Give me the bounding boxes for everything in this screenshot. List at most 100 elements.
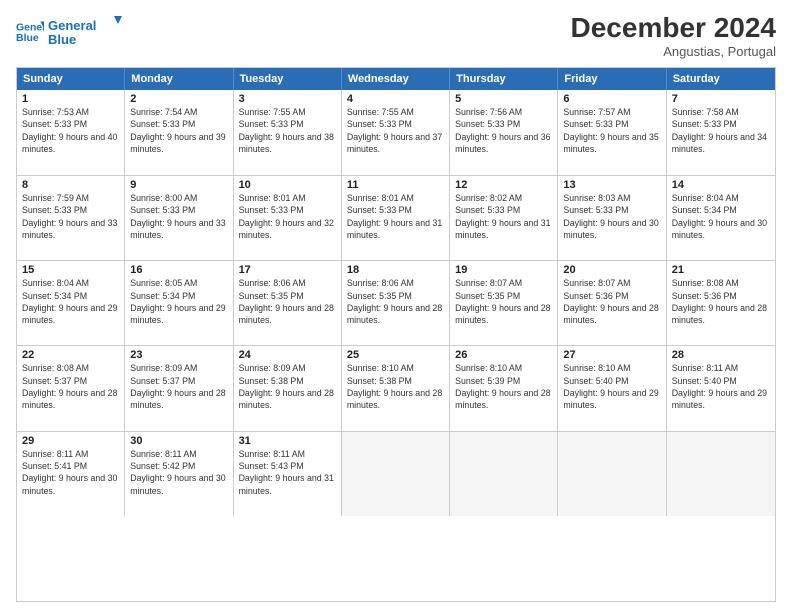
calendar-cell: 26 Sunrise: 8:10 AMSunset: 5:39 PMDaylig… <box>450 346 558 430</box>
calendar-row-3: 15 Sunrise: 8:04 AMSunset: 5:34 PMDaylig… <box>17 260 775 345</box>
day-number: 2 <box>130 93 227 105</box>
location: Angustias, Portugal <box>571 44 776 59</box>
title-area: December 2024 Angustias, Portugal <box>571 14 776 59</box>
day-number: 13 <box>563 179 660 191</box>
day-number: 3 <box>239 93 336 105</box>
calendar-cell <box>667 432 775 516</box>
calendar-cell: 1 Sunrise: 7:53 AMSunset: 5:33 PMDayligh… <box>17 90 125 175</box>
day-info: Sunrise: 8:00 AMSunset: 5:33 PMDaylight:… <box>130 192 227 241</box>
day-info: Sunrise: 8:10 AMSunset: 5:40 PMDaylight:… <box>563 362 660 411</box>
calendar-cell: 14 Sunrise: 8:04 AMSunset: 5:34 PMDaylig… <box>667 176 775 260</box>
calendar-cell: 12 Sunrise: 8:02 AMSunset: 5:33 PMDaylig… <box>450 176 558 260</box>
calendar-cell: 27 Sunrise: 8:10 AMSunset: 5:40 PMDaylig… <box>558 346 666 430</box>
calendar-row-5: 29 Sunrise: 8:11 AMSunset: 5:41 PMDaylig… <box>17 431 775 516</box>
day-number: 14 <box>672 179 770 191</box>
calendar-cell: 5 Sunrise: 7:56 AMSunset: 5:33 PMDayligh… <box>450 90 558 175</box>
day-number: 17 <box>239 264 336 276</box>
day-info: Sunrise: 7:57 AMSunset: 5:33 PMDaylight:… <box>563 106 660 155</box>
calendar-cell: 25 Sunrise: 8:10 AMSunset: 5:38 PMDaylig… <box>342 346 450 430</box>
weekday-header: Monday <box>125 68 233 90</box>
calendar-row-2: 8 Sunrise: 7:59 AMSunset: 5:33 PMDayligh… <box>17 175 775 260</box>
day-number: 15 <box>22 264 119 276</box>
calendar-cell: 3 Sunrise: 7:55 AMSunset: 5:33 PMDayligh… <box>234 90 342 175</box>
weekday-header: Tuesday <box>234 68 342 90</box>
calendar-cell <box>450 432 558 516</box>
logo: General Blue General Blue <box>16 14 128 50</box>
day-number: 24 <box>239 349 336 361</box>
day-info: Sunrise: 8:08 AMSunset: 5:37 PMDaylight:… <box>22 362 119 411</box>
logo-icon: General Blue <box>16 18 44 46</box>
svg-text:General: General <box>48 18 96 33</box>
calendar-cell <box>342 432 450 516</box>
day-info: Sunrise: 8:08 AMSunset: 5:36 PMDaylight:… <box>672 277 770 326</box>
day-number: 21 <box>672 264 770 276</box>
logo-svg: General Blue <box>48 14 128 50</box>
day-info: Sunrise: 7:56 AMSunset: 5:33 PMDaylight:… <box>455 106 552 155</box>
calendar-cell: 6 Sunrise: 7:57 AMSunset: 5:33 PMDayligh… <box>558 90 666 175</box>
calendar-cell: 30 Sunrise: 8:11 AMSunset: 5:42 PMDaylig… <box>125 432 233 516</box>
day-info: Sunrise: 8:11 AMSunset: 5:42 PMDaylight:… <box>130 448 227 497</box>
day-number: 6 <box>563 93 660 105</box>
day-info: Sunrise: 8:04 AMSunset: 5:34 PMDaylight:… <box>672 192 770 241</box>
calendar-header: SundayMondayTuesdayWednesdayThursdayFrid… <box>17 68 775 90</box>
day-number: 19 <box>455 264 552 276</box>
weekday-header: Sunday <box>17 68 125 90</box>
calendar-cell: 20 Sunrise: 8:07 AMSunset: 5:36 PMDaylig… <box>558 261 666 345</box>
calendar-cell: 19 Sunrise: 8:07 AMSunset: 5:35 PMDaylig… <box>450 261 558 345</box>
day-number: 30 <box>130 435 227 447</box>
calendar-cell: 21 Sunrise: 8:08 AMSunset: 5:36 PMDaylig… <box>667 261 775 345</box>
day-info: Sunrise: 8:06 AMSunset: 5:35 PMDaylight:… <box>347 277 444 326</box>
day-number: 20 <box>563 264 660 276</box>
calendar-row-1: 1 Sunrise: 7:53 AMSunset: 5:33 PMDayligh… <box>17 90 775 175</box>
day-info: Sunrise: 8:05 AMSunset: 5:34 PMDaylight:… <box>130 277 227 326</box>
day-number: 5 <box>455 93 552 105</box>
day-number: 9 <box>130 179 227 191</box>
day-number: 18 <box>347 264 444 276</box>
day-info: Sunrise: 7:55 AMSunset: 5:33 PMDaylight:… <box>239 106 336 155</box>
day-number: 23 <box>130 349 227 361</box>
calendar-cell: 29 Sunrise: 8:11 AMSunset: 5:41 PMDaylig… <box>17 432 125 516</box>
day-info: Sunrise: 7:59 AMSunset: 5:33 PMDaylight:… <box>22 192 119 241</box>
calendar-cell: 17 Sunrise: 8:06 AMSunset: 5:35 PMDaylig… <box>234 261 342 345</box>
calendar-cell: 9 Sunrise: 8:00 AMSunset: 5:33 PMDayligh… <box>125 176 233 260</box>
day-info: Sunrise: 8:11 AMSunset: 5:41 PMDaylight:… <box>22 448 119 497</box>
calendar-cell: 24 Sunrise: 8:09 AMSunset: 5:38 PMDaylig… <box>234 346 342 430</box>
calendar: SundayMondayTuesdayWednesdayThursdayFrid… <box>16 67 776 602</box>
day-info: Sunrise: 8:01 AMSunset: 5:33 PMDaylight:… <box>239 192 336 241</box>
weekday-header: Thursday <box>450 68 558 90</box>
day-number: 8 <box>22 179 119 191</box>
day-info: Sunrise: 8:07 AMSunset: 5:36 PMDaylight:… <box>563 277 660 326</box>
day-number: 7 <box>672 93 770 105</box>
day-number: 22 <box>22 349 119 361</box>
day-info: Sunrise: 8:04 AMSunset: 5:34 PMDaylight:… <box>22 277 119 326</box>
svg-text:Blue: Blue <box>48 32 76 47</box>
day-info: Sunrise: 8:07 AMSunset: 5:35 PMDaylight:… <box>455 277 552 326</box>
day-info: Sunrise: 8:02 AMSunset: 5:33 PMDaylight:… <box>455 192 552 241</box>
month-title: December 2024 <box>571 14 776 42</box>
weekday-header: Saturday <box>667 68 775 90</box>
day-info: Sunrise: 7:54 AMSunset: 5:33 PMDaylight:… <box>130 106 227 155</box>
day-info: Sunrise: 8:09 AMSunset: 5:37 PMDaylight:… <box>130 362 227 411</box>
day-number: 27 <box>563 349 660 361</box>
day-number: 29 <box>22 435 119 447</box>
day-number: 28 <box>672 349 770 361</box>
day-number: 4 <box>347 93 444 105</box>
calendar-cell: 16 Sunrise: 8:05 AMSunset: 5:34 PMDaylig… <box>125 261 233 345</box>
calendar-cell: 31 Sunrise: 8:11 AMSunset: 5:43 PMDaylig… <box>234 432 342 516</box>
day-info: Sunrise: 8:10 AMSunset: 5:38 PMDaylight:… <box>347 362 444 411</box>
calendar-cell: 18 Sunrise: 8:06 AMSunset: 5:35 PMDaylig… <box>342 261 450 345</box>
calendar-cell: 2 Sunrise: 7:54 AMSunset: 5:33 PMDayligh… <box>125 90 233 175</box>
weekday-header: Wednesday <box>342 68 450 90</box>
calendar-cell: 23 Sunrise: 8:09 AMSunset: 5:37 PMDaylig… <box>125 346 233 430</box>
calendar-cell: 22 Sunrise: 8:08 AMSunset: 5:37 PMDaylig… <box>17 346 125 430</box>
day-number: 16 <box>130 264 227 276</box>
calendar-cell: 10 Sunrise: 8:01 AMSunset: 5:33 PMDaylig… <box>234 176 342 260</box>
main-container: General Blue General Blue December 2024 … <box>0 0 792 612</box>
day-number: 26 <box>455 349 552 361</box>
calendar-cell: 11 Sunrise: 8:01 AMSunset: 5:33 PMDaylig… <box>342 176 450 260</box>
day-info: Sunrise: 8:06 AMSunset: 5:35 PMDaylight:… <box>239 277 336 326</box>
weekday-header: Friday <box>558 68 666 90</box>
day-info: Sunrise: 8:10 AMSunset: 5:39 PMDaylight:… <box>455 362 552 411</box>
calendar-cell: 13 Sunrise: 8:03 AMSunset: 5:33 PMDaylig… <box>558 176 666 260</box>
calendar-body: 1 Sunrise: 7:53 AMSunset: 5:33 PMDayligh… <box>17 90 775 601</box>
